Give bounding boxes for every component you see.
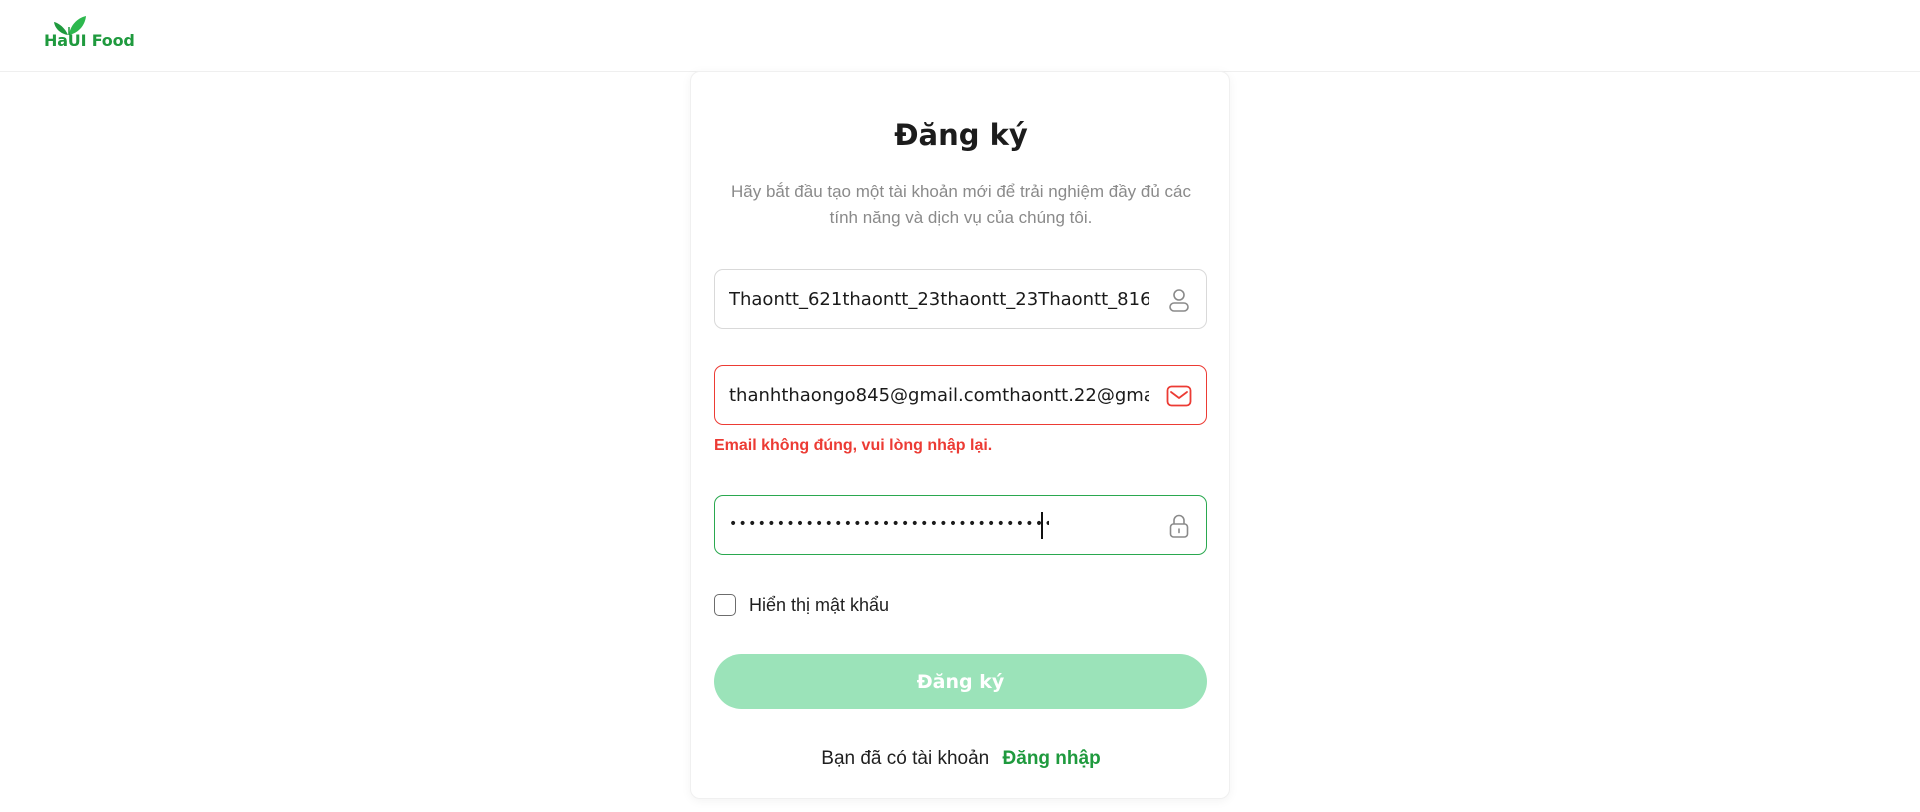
haui-food-logo[interactable]: HaUI Food (44, 14, 144, 54)
lock-icon (1169, 514, 1189, 538)
password-field[interactable]: •••••••••••••••••••••••••••••••••••• (714, 495, 1207, 555)
envelope-icon (1166, 385, 1192, 407)
text-caret (1041, 512, 1043, 539)
email-input[interactable] (729, 366, 1149, 424)
login-prompt: Bạn đã có tài khoản Đăng nhập (691, 748, 1231, 770)
username-input[interactable] (729, 270, 1149, 328)
page-subtitle: Hãy bắt đầu tạo một tài khoản mới để trả… (730, 182, 1191, 227)
email-field (714, 365, 1207, 425)
register-button[interactable]: Đăng ký (714, 654, 1207, 709)
user-icon (1169, 289, 1189, 312)
login-link[interactable]: Đăng nhập (1003, 748, 1101, 769)
email-error-message: Email không đúng, vui lòng nhập lại. (714, 437, 993, 454)
password-input[interactable]: •••••••••••••••••••••••••••••••••••• (729, 516, 1049, 538)
username-field (714, 269, 1207, 329)
register-card: Đăng ký Hãy bắt đầu tạo một tài khoản mớ… (690, 71, 1230, 799)
show-password-label[interactable]: Hiển thị mật khẩu (749, 595, 889, 616)
logo-text: HaUI Food (44, 31, 135, 50)
have-account-text: Bạn đã có tài khoản (821, 748, 990, 769)
page-title: Đăng ký (894, 118, 1028, 152)
show-password-checkbox[interactable] (714, 594, 736, 616)
top-header: HaUI Food (0, 0, 1920, 72)
